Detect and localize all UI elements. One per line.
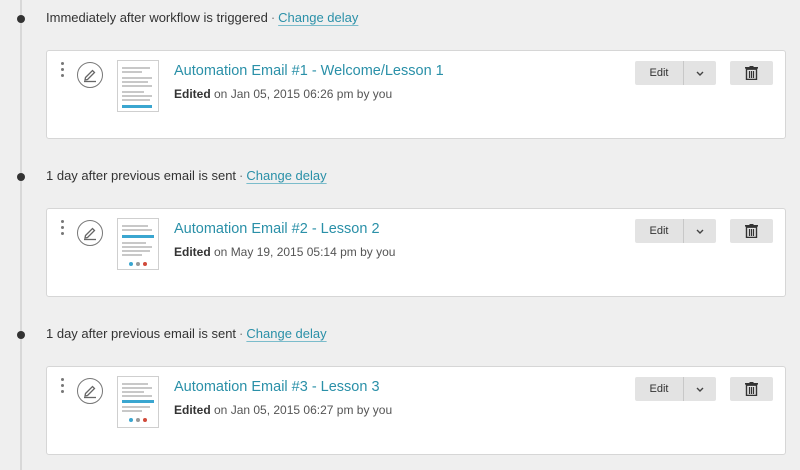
delay-row: 1 day after previous email is sent · Chang… — [0, 325, 800, 345]
edit-button-group: Edit — [635, 219, 716, 243]
edited-date: on Jan 05, 2015 06:27 pm by you — [210, 403, 393, 417]
drag-handle-icon[interactable] — [60, 62, 66, 82]
chevron-down-icon[interactable] — [684, 61, 716, 85]
change-delay-link[interactable]: Change delay — [278, 10, 358, 25]
timeline-dot — [17, 173, 25, 181]
change-delay-link[interactable]: Change delay — [246, 168, 326, 183]
timeline-dot — [17, 15, 25, 23]
drag-handle-icon[interactable] — [60, 220, 66, 240]
chevron-down-icon[interactable] — [684, 219, 716, 243]
delay-separator: · — [239, 168, 244, 183]
delay-text: 1 day after previous email is sent · Chang… — [46, 168, 327, 183]
timeline-line — [20, 0, 22, 470]
email-card: Automation Email #3 - Lesson 3 Edited on… — [46, 366, 786, 455]
delay-row: 1 day after previous email is sent · Chang… — [0, 167, 800, 187]
change-delay-link[interactable]: Change delay — [246, 326, 326, 341]
email-title-link[interactable]: Automation Email #3 - Lesson 3 — [174, 379, 380, 395]
email-meta: Edited on May 19, 2015 05:14 pm by you — [174, 245, 395, 259]
delay-description: 1 day after previous email is sent — [46, 168, 237, 183]
pencil-icon[interactable] — [77, 220, 103, 246]
pencil-icon[interactable] — [77, 62, 103, 88]
delay-separator: · — [270, 10, 276, 25]
delay-text: 1 day after previous email is sent · Chang… — [46, 326, 327, 341]
edited-date: on May 19, 2015 05:14 pm by you — [210, 245, 396, 259]
email-thumbnail[interactable] — [117, 60, 159, 112]
delay-description: Immediately after workflow is triggered — [46, 10, 268, 25]
edit-button-group: Edit — [635, 61, 716, 85]
email-title-link[interactable]: Automation Email #1 - Welcome/Lesson 1 — [174, 63, 444, 79]
email-thumbnail[interactable] — [117, 376, 159, 428]
edit-button[interactable]: Edit — [635, 219, 684, 243]
email-meta: Edited on Jan 05, 2015 06:26 pm by you — [174, 87, 392, 101]
chevron-down-icon[interactable] — [684, 377, 716, 401]
trash-icon[interactable] — [730, 219, 773, 243]
edit-button[interactable]: Edit — [635, 61, 684, 85]
email-card: Automation Email #1 - Welcome/Lesson 1 E… — [46, 50, 786, 139]
edited-date: on Jan 05, 2015 06:26 pm by you — [210, 87, 393, 101]
timeline-dot — [17, 331, 25, 339]
delay-separator: · — [239, 326, 244, 341]
email-card: Automation Email #2 - Lesson 2 Edited on… — [46, 208, 786, 297]
delay-description: 1 day after previous email is sent — [46, 326, 237, 341]
status-label: Edited — [174, 245, 211, 259]
trash-icon[interactable] — [730, 377, 773, 401]
edit-button[interactable]: Edit — [635, 377, 684, 401]
email-thumbnail[interactable] — [117, 218, 159, 270]
delay-text: Immediately after workflow is triggered ·… — [46, 10, 358, 25]
email-title-link[interactable]: Automation Email #2 - Lesson 2 — [174, 221, 380, 237]
edit-button-group: Edit — [635, 377, 716, 401]
pencil-icon[interactable] — [77, 378, 103, 404]
email-meta: Edited on Jan 05, 2015 06:27 pm by you — [174, 403, 392, 417]
status-label: Edited — [174, 87, 211, 101]
drag-handle-icon[interactable] — [60, 378, 66, 398]
trash-icon[interactable] — [730, 61, 773, 85]
status-label: Edited — [174, 403, 211, 417]
delay-row: Immediately after workflow is triggered ·… — [0, 9, 800, 29]
